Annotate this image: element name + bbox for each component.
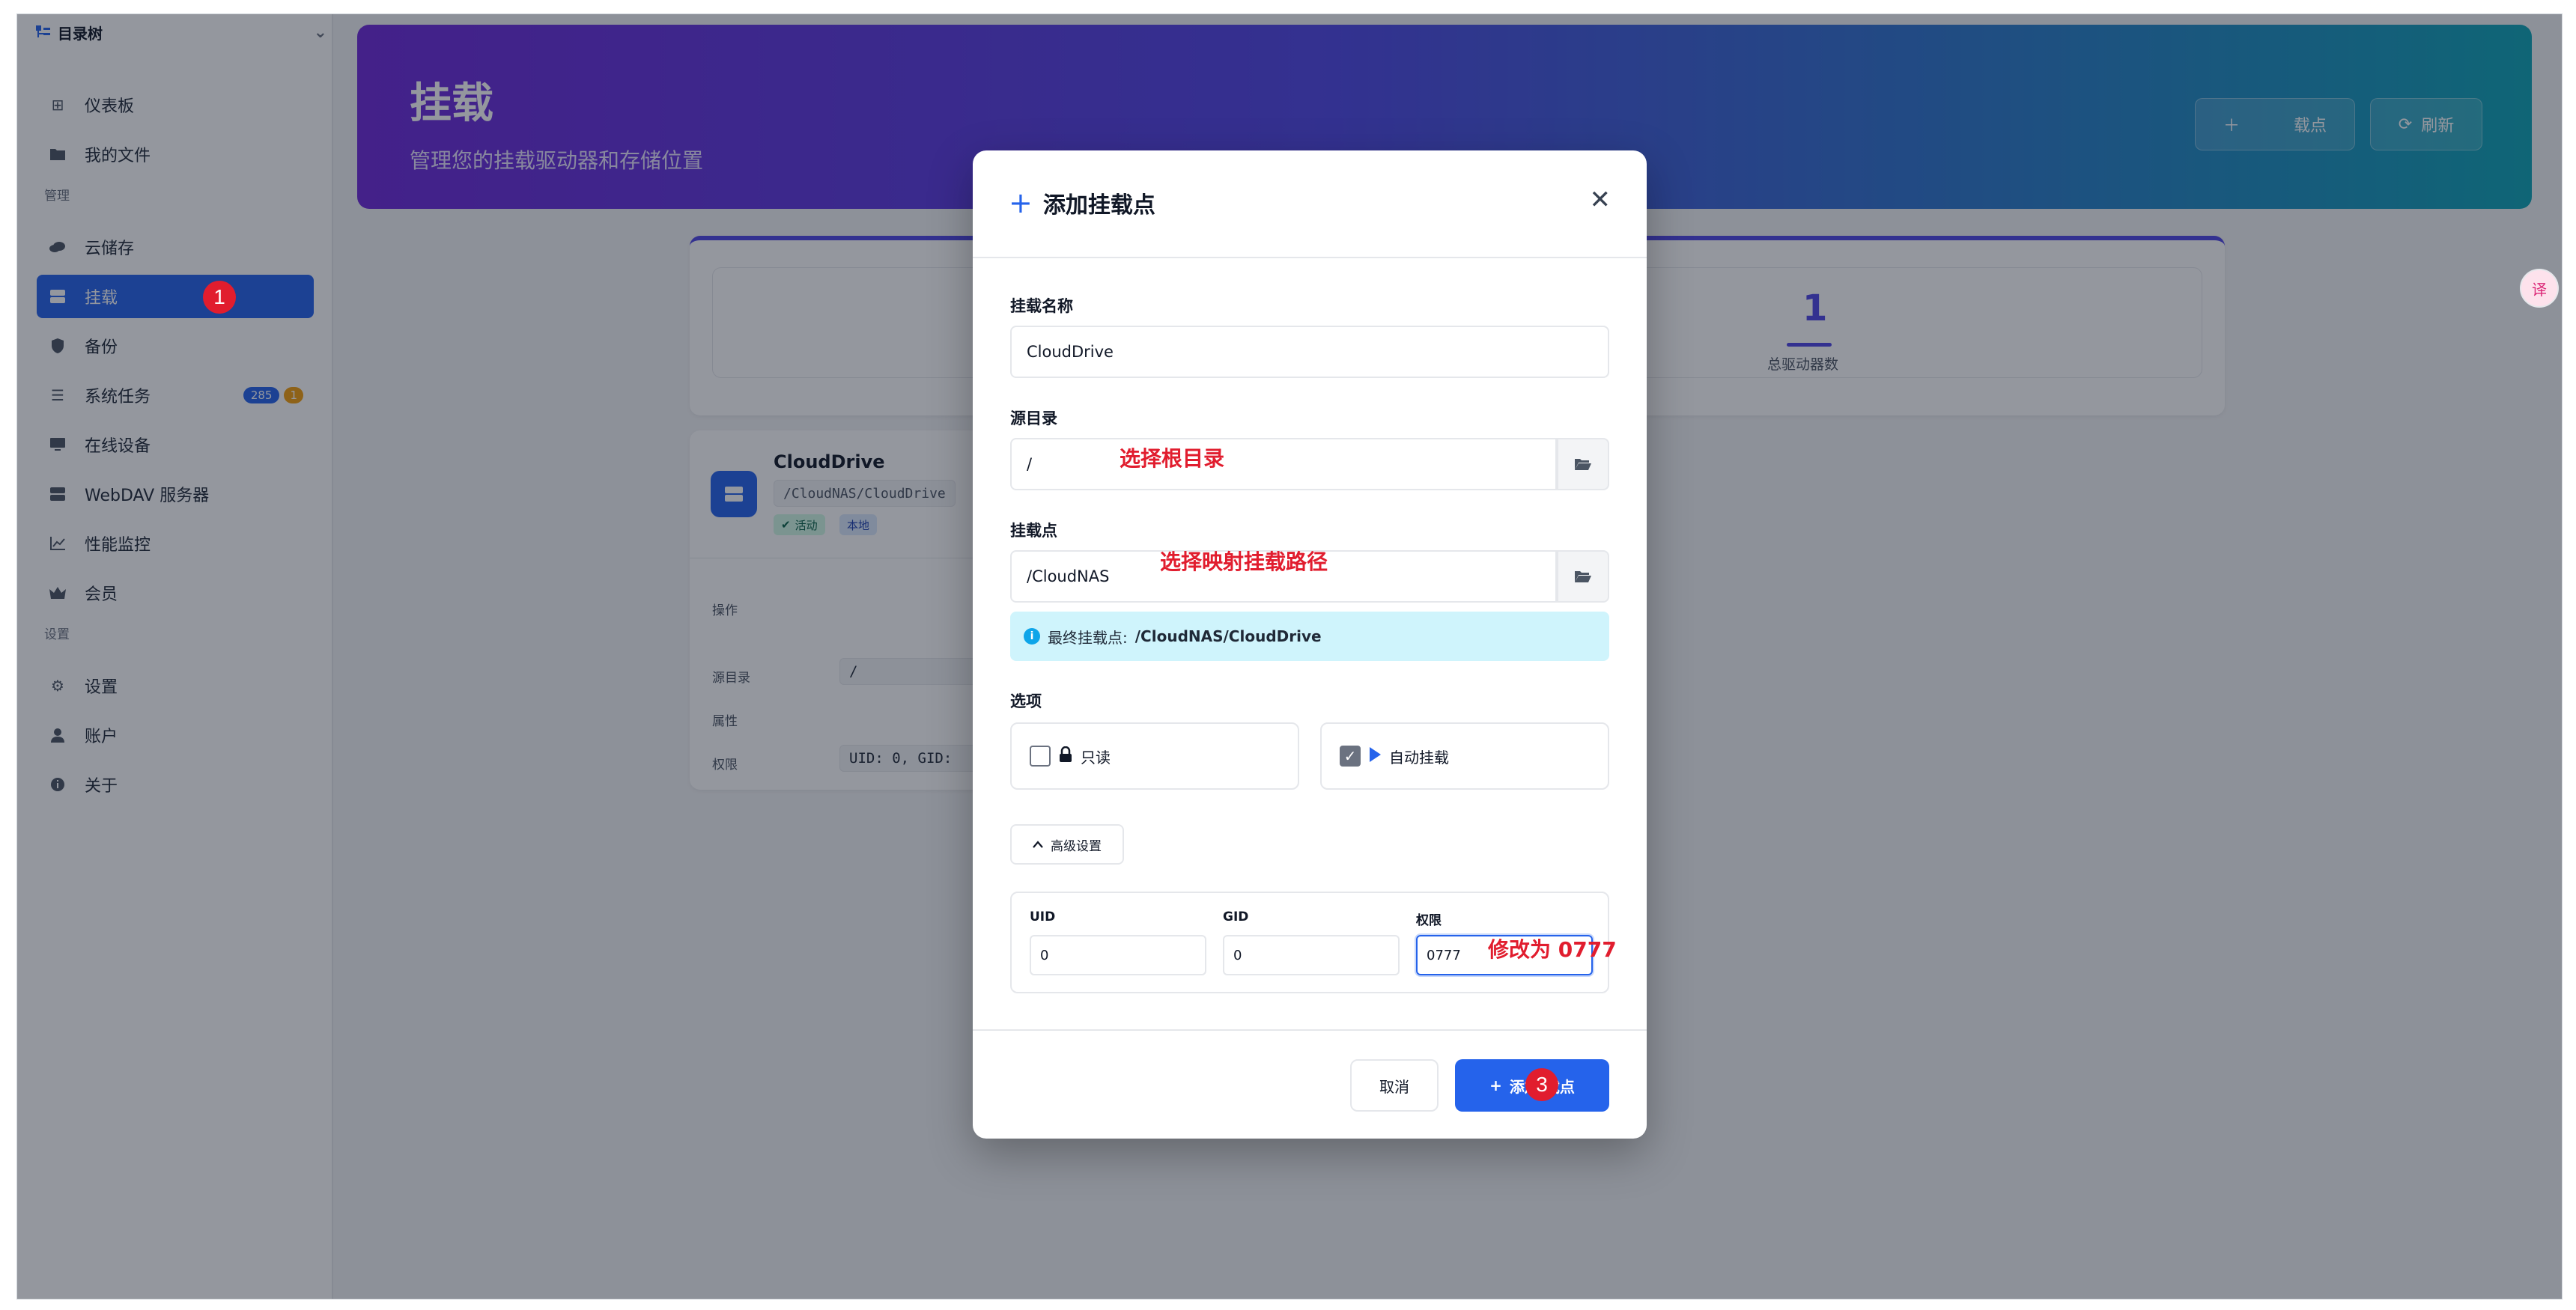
permission-annotation: 修改为 0777 <box>1488 937 1617 962</box>
advanced-settings-label: 高级设置 <box>1051 838 1102 854</box>
automount-label: 自动挂载 <box>1389 748 1449 767</box>
add-mount-dialog: + 添加挂载点 ✕ 挂载名称 CloudDrive 源目录 / 挂载点 /Clo… <box>973 150 1647 1139</box>
folder-open-icon <box>1575 571 1591 582</box>
source-dir-input[interactable]: / <box>1010 438 1557 490</box>
options-label: 选项 <box>1010 692 1042 710</box>
folder-open-icon <box>1575 459 1591 470</box>
mount-folder-button[interactable] <box>1557 550 1609 603</box>
close-icon[interactable]: ✕ <box>1590 185 1611 215</box>
translate-icon[interactable]: 译 <box>2520 269 2559 308</box>
dialog-footer-divider <box>973 1029 1647 1031</box>
gid-input[interactable]: 0 <box>1223 935 1400 975</box>
readonly-option[interactable]: 只读 <box>1010 722 1299 790</box>
source-dir-label: 源目录 <box>1010 409 1057 427</box>
step-marker-3: 3 <box>1525 1068 1558 1101</box>
final-mount-value: /CloudNAS/CloudDrive <box>1134 627 1322 645</box>
step-marker-1: 1 <box>203 281 236 314</box>
automount-checkbox[interactable]: ✓ <box>1340 746 1361 767</box>
mount-point-label: 挂载点 <box>1010 522 1057 540</box>
readonly-label: 只读 <box>1081 748 1111 767</box>
mount-annotation: 选择映射挂载路径 <box>1160 549 1328 574</box>
advanced-settings-toggle[interactable]: 高级设置 <box>1010 824 1124 865</box>
chevron-up-icon <box>1033 837 1043 852</box>
readonly-checkbox[interactable] <box>1030 746 1051 767</box>
uid-label: UID <box>1030 910 1056 924</box>
dialog-header: + 添加挂载点 ✕ <box>973 150 1647 258</box>
gid-label: GID <box>1223 910 1249 924</box>
app-window: 目录树 ⌄ ⊞ 仪表板 我的文件 管理 云储存 挂载 备份 ☰ 系统任务 285… <box>16 13 2563 1300</box>
play-icon <box>1368 746 1382 767</box>
mount-name-input[interactable]: CloudDrive <box>1010 326 1609 378</box>
source-annotation: 选择根目录 <box>1120 446 1225 471</box>
final-mount-prefix: 最终挂载点: <box>1048 628 1128 647</box>
plus-icon: + <box>1009 186 1033 219</box>
dialog-title-text: 添加挂载点 <box>1042 192 1155 219</box>
dialog-title: + 添加挂载点 <box>1009 186 1155 219</box>
source-folder-button[interactable] <box>1557 438 1609 490</box>
info-icon: i <box>1024 628 1040 645</box>
automount-option[interactable]: ✓ 自动挂载 <box>1320 722 1609 790</box>
plus-icon: + <box>1489 1076 1502 1094</box>
uid-input[interactable]: 0 <box>1030 935 1206 975</box>
permission-label: 权限 <box>1416 913 1442 928</box>
final-mount-info: i 最终挂载点: /CloudNAS/CloudDrive <box>1010 612 1609 661</box>
mount-name-label: 挂载名称 <box>1010 297 1073 315</box>
lock-icon <box>1058 746 1073 767</box>
cancel-button[interactable]: 取消 <box>1350 1059 1439 1112</box>
